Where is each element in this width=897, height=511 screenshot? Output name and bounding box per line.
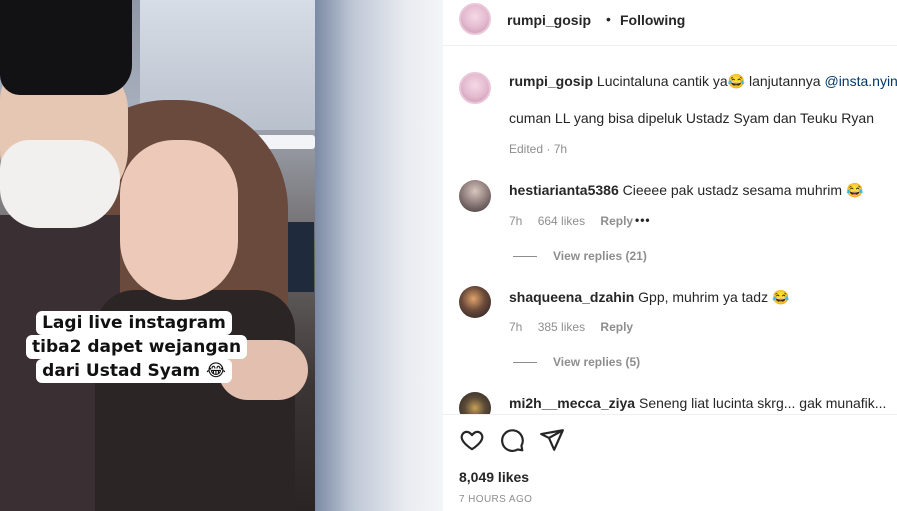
view-replies-line (513, 362, 537, 363)
comment-username[interactable]: shaqueena_dzahin (509, 289, 634, 305)
caption-text: Lucintaluna cantik ya😂 lanjutannya (596, 73, 825, 89)
caption-line-2: cuman LL yang bisa dipeluk Ustadz Syam d… (509, 110, 874, 126)
caption-author-avatar[interactable] (459, 72, 491, 104)
caption-username[interactable]: rumpi_gosip (509, 73, 593, 89)
comment-item: mi2h__mecca_ziya Seneng liat lucinta skr… (509, 395, 886, 411)
comment-likes[interactable]: 664 likes (538, 214, 585, 228)
comment-reply-button[interactable]: Reply (600, 320, 633, 334)
comment-reply-button[interactable]: Reply (600, 214, 633, 228)
author-username[interactable]: rumpi_gosip (507, 12, 591, 28)
media-caption-text: Lagi live instagram tiba2 dapet wejangan… (26, 311, 248, 383)
comment-meta: 7h 385 likes Reply (509, 320, 633, 334)
post-timestamp: 7 HOURS AGO (459, 494, 533, 505)
comments-list[interactable]: rumpi_gosip Lucintaluna cantik ya😂 lanju… (443, 46, 897, 414)
view-replies-button[interactable]: View replies (21) (553, 249, 647, 263)
man-cap (0, 0, 132, 95)
comment-meta: 7h 664 likes Reply (509, 214, 633, 228)
comment-text: Gpp, muhrim ya tadz 😂 (638, 289, 790, 305)
face-mask (0, 140, 120, 228)
comment-username[interactable]: hestiarianta5386 (509, 182, 619, 198)
header-separator: • (606, 11, 611, 27)
post-media[interactable]: Lagi live instagram tiba2 dapet wejangan… (0, 0, 443, 511)
comment-options-icon[interactable]: ••• (635, 213, 651, 227)
comment-icon[interactable] (499, 427, 525, 453)
view-replies-button[interactable]: View replies (5) (553, 355, 640, 369)
caption-mention-link[interactable]: @insta.nyinyir (824, 73, 897, 89)
comment-item: shaqueena_dzahin Gpp, muhrim ya tadz 😂 (509, 289, 789, 306)
commenter-avatar[interactable] (459, 286, 491, 318)
comment-time: 7h (509, 214, 523, 228)
comment-text: Cieeee pak ustadz sesama muhrim 😂 (622, 182, 864, 198)
like-count[interactable]: 8,049 likes (459, 469, 529, 485)
post-caption: rumpi_gosip Lucintaluna cantik ya😂 lanju… (509, 73, 897, 90)
heart-icon[interactable] (459, 427, 485, 453)
caption-meta: Edited · 7h (509, 142, 568, 156)
commenter-avatar[interactable] (459, 392, 491, 414)
comment-likes[interactable]: 385 likes (538, 320, 585, 334)
author-avatar[interactable] (459, 3, 491, 35)
comment-username[interactable]: mi2h__mecca_ziya (509, 395, 635, 411)
comment-item: hestiarianta5386 Cieeee pak ustadz sesam… (509, 182, 863, 199)
post-panel: rumpi_gosip • Following rumpi_gosip Luci… (443, 0, 897, 511)
post-header: rumpi_gosip • Following (443, 0, 897, 46)
post-actions: 8,049 likes 7 HOURS AGO (443, 414, 897, 511)
view-replies-line (513, 256, 537, 257)
media-background-blur (315, 0, 443, 511)
following-button[interactable]: Following (620, 12, 685, 28)
media-caption-overlay: Lagi live instagram tiba2 dapet wejangan… (26, 311, 248, 383)
woman-face (120, 140, 238, 300)
comment-text: Seneng liat lucinta skrg... gak munafik.… (638, 395, 887, 411)
share-icon[interactable] (539, 427, 565, 453)
comment-time: 7h (509, 320, 523, 334)
commenter-avatar[interactable] (459, 180, 491, 212)
